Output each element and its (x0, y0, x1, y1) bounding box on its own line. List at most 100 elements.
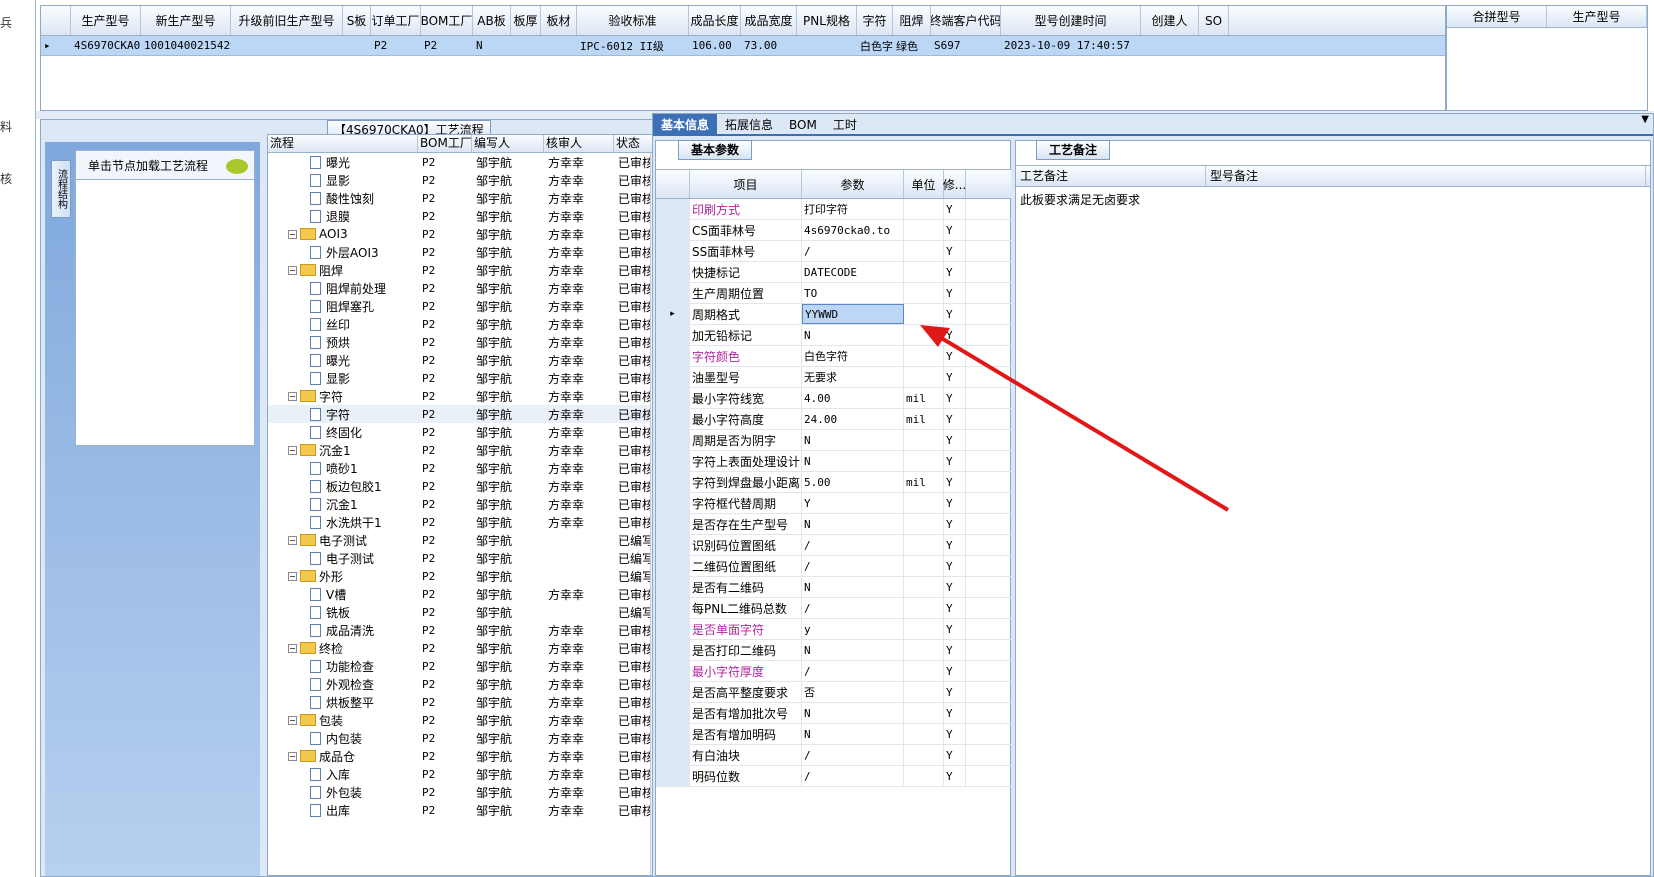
product-grid-col[interactable]: S板 (343, 6, 371, 35)
param-cell-v[interactable]: N (802, 640, 904, 660)
param-cell-v[interactable]: 白色字符 (802, 346, 904, 366)
collapse-icon[interactable]: − (288, 751, 297, 761)
param-col[interactable]: 参数 (802, 170, 904, 198)
product-grid-cell[interactable]: 4S6970CKA0 (71, 36, 141, 55)
collapse-icon[interactable]: − (288, 715, 297, 725)
product-grid-cell[interactable] (1199, 36, 1229, 55)
param-row[interactable]: 是否高平整度要求否 Y (656, 682, 1011, 703)
param-cell-v[interactable]: / (802, 661, 904, 681)
tree-node[interactable]: 铣板 P2 邹宇航 已编写 (268, 603, 664, 621)
product-grid-col[interactable]: BOM工厂 (421, 6, 473, 35)
param-cell-v[interactable]: / (802, 598, 904, 618)
product-grid-col[interactable]: PNL规格 (797, 6, 857, 35)
tab-process-structure[interactable]: 流程结构 (51, 160, 71, 218)
param-cell-v[interactable]: / (802, 535, 904, 555)
param-row[interactable]: 最小字符厚度 / Y (656, 661, 1011, 682)
tree-node[interactable]: 沉金1 P2 邹宇航 方幸幸 已审核 (268, 495, 664, 513)
param-cell-v[interactable]: 打印字符 (802, 199, 904, 219)
tree-node[interactable]: − 终检 P2 邹宇航 方幸幸 已审核 (268, 639, 664, 657)
collapse-icon[interactable]: − (288, 229, 297, 239)
param-row[interactable]: 字符到焊盘最小距离 5.00 mil Y (656, 472, 1011, 493)
tree-node[interactable]: − 成品仓 P2 邹宇航 方幸幸 已审核 (268, 747, 664, 765)
tree-node[interactable]: − 外形 P2 邹宇航 已编写 (268, 567, 664, 585)
param-row[interactable]: SS面菲林号 / Y (656, 241, 1011, 262)
product-grid-col[interactable]: 阻焊 (893, 6, 931, 35)
tree-node[interactable]: − 阻焊 P2 邹宇航 方幸幸 已审核 (268, 261, 664, 279)
product-grid-col[interactable]: 字符 (857, 6, 893, 35)
product-grid-col[interactable]: 生产型号 (71, 6, 141, 35)
product-grid-col[interactable]: 板材 (541, 6, 577, 35)
param-row[interactable]: 最小字符高度 24.00 mil Y (656, 409, 1011, 430)
tree-col[interactable]: 编写人 (472, 135, 544, 152)
param-cell-v[interactable]: 否 (802, 682, 904, 702)
param-row[interactable]: 是否有增加明码 N Y (656, 724, 1011, 745)
param-row[interactable]: 明码位数 / Y (656, 766, 1011, 787)
product-grid-cell[interactable]: 2023-10-09 17:40:57 (1001, 36, 1141, 55)
product-grid-col[interactable]: 升级前旧生产型号 (231, 6, 343, 35)
tab-extended-info[interactable]: 拓展信息 (717, 114, 781, 134)
param-row[interactable]: 最小字符线宽 4.00 mil Y (656, 388, 1011, 409)
tree-node[interactable]: − AOI3 P2 邹宇航 方幸幸 已审核 (268, 225, 664, 243)
param-row[interactable]: 是否有二维码 N Y (656, 577, 1011, 598)
product-grid-cell[interactable] (343, 36, 371, 55)
tree-node[interactable]: 外层AOI3 P2 邹宇航 方幸幸 已审核 (268, 243, 664, 261)
tree-node[interactable]: 丝印 P2 邹宇航 方幸幸 已审核 (268, 315, 664, 333)
param-cell-v[interactable]: N (802, 577, 904, 597)
merge-grid-col[interactable]: 生产型号 (1547, 6, 1647, 27)
product-grid-cell[interactable]: 白色字符 (857, 36, 893, 55)
tree-node[interactable]: 功能检查 P2 邹宇航 方幸幸 已审核 (268, 657, 664, 675)
tree-node[interactable]: − 电子测试 P2 邹宇航 已编写 (268, 531, 664, 549)
tree-node[interactable]: 阻焊塞孔 P2 邹宇航 方幸幸 已审核 (268, 297, 664, 315)
tab-basic-info[interactable]: 基本信息 (653, 114, 718, 134)
param-row[interactable]: 字符上表面处理设计 N Y (656, 451, 1011, 472)
param-row[interactable]: 快捷标记 DATECODE Y (656, 262, 1011, 283)
product-grid-row[interactable]: ▸ 4S6970CKA0 10010400215429 P2 P2 N IPC-6012 I… (41, 36, 1445, 56)
tab-basic-params[interactable]: 基本参数 (678, 140, 753, 160)
param-cell-v[interactable]: Y (802, 493, 904, 513)
param-cell-v[interactable]: N (802, 724, 904, 744)
tree-node[interactable]: 预烘 P2 邹宇航 方幸幸 已审核 (268, 333, 664, 351)
product-grid-cell[interactable] (1141, 36, 1199, 55)
tree-node[interactable]: 板边包胶1 P2 邹宇航 方幸幸 已审核 (268, 477, 664, 495)
param-row[interactable]: 油墨型号 无要求 Y (656, 367, 1011, 388)
product-grid-col[interactable]: 成品宽度 (741, 6, 797, 35)
collapse-icon[interactable]: − (288, 643, 297, 653)
product-grid-col[interactable]: 型号创建时间 (1001, 6, 1141, 35)
product-grid-cell[interactable]: 10010400215429 (141, 36, 231, 55)
product-grid-cell[interactable]: N (473, 36, 511, 55)
param-cell-v[interactable]: 5.00 (802, 472, 904, 492)
product-grid-cell[interactable]: IPC-6012 II级 (577, 36, 689, 55)
param-row[interactable]: 印刷方式 打印字符 Y (656, 199, 1011, 220)
param-cell-v[interactable]: / (802, 241, 904, 261)
tree-col[interactable]: 流程 (268, 135, 418, 152)
param-row[interactable]: 有白油块 / Y (656, 745, 1011, 766)
collapse-icon[interactable]: − (288, 571, 297, 581)
param-col[interactable]: 修... (943, 170, 966, 198)
tree-node[interactable]: 退膜 P2 邹宇航 方幸幸 已审核 (268, 207, 664, 225)
tree-node[interactable]: 曝光 P2 邹宇航 方幸幸 已审核 (268, 153, 664, 171)
collapse-icon[interactable]: − (288, 265, 297, 275)
param-row[interactable]: 字符颜色 白色字符 Y (656, 346, 1011, 367)
product-grid-col[interactable]: 终端客户代码 (931, 6, 1001, 35)
tree-node[interactable]: 外包装 P2 邹宇航 方幸幸 已审核 (268, 783, 664, 801)
product-grid-cell[interactable] (231, 36, 343, 55)
param-cell-v[interactable]: 24.00 (802, 409, 904, 429)
param-row[interactable]: 周期是否为阴字 N Y (656, 430, 1011, 451)
tab-process-notes[interactable]: 工艺备注 (1036, 140, 1111, 160)
collapse-icon[interactable]: − (288, 391, 297, 401)
param-cell-v[interactable]: TO (802, 283, 904, 303)
product-grid-cell[interactable]: S697 (931, 36, 1001, 55)
tree-node[interactable]: 显影 P2 邹宇航 方幸幸 已审核 (268, 171, 664, 189)
param-cell-v[interactable]: N (802, 325, 904, 345)
product-grid-col[interactable]: 板厚 (511, 6, 541, 35)
tree-node[interactable]: − 包装 P2 邹宇航 方幸幸 已审核 (268, 711, 664, 729)
merge-grid-col[interactable]: 合拼型号 (1447, 6, 1547, 27)
tree-node[interactable]: 外观检查 P2 邹宇航 方幸幸 已审核 (268, 675, 664, 693)
tree-node[interactable]: 喷砂1 P2 邹宇航 方幸幸 已审核 (268, 459, 664, 477)
product-grid-cell[interactable]: 绿色 (893, 36, 931, 55)
param-cell-v[interactable]: / (802, 766, 904, 786)
param-row[interactable]: 字符框代替周期 Y Y (656, 493, 1011, 514)
tree-node[interactable]: − 沉金1 P2 邹宇航 方幸幸 已审核 (268, 441, 664, 459)
param-cell-v[interactable]: YYWWD (802, 304, 904, 324)
chevron-down-icon[interactable]: ▼ (1641, 114, 1649, 125)
